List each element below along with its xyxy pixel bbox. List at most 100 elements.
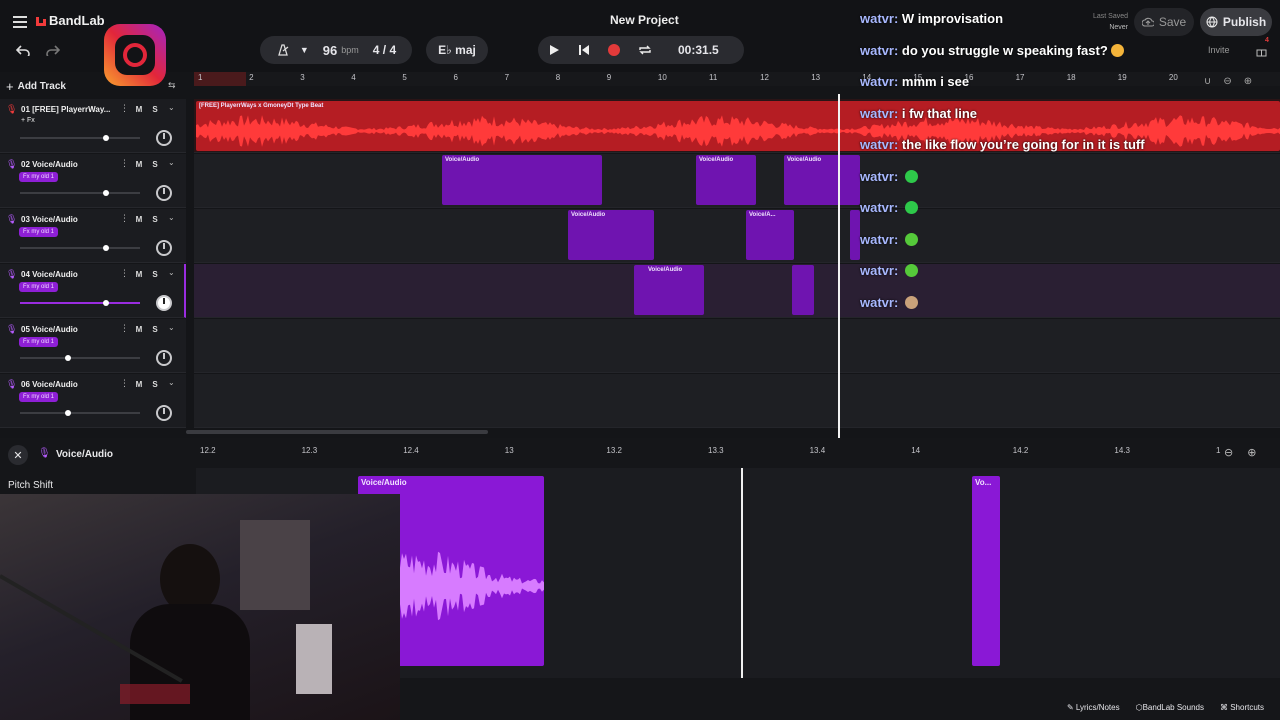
voice-clip[interactable]: [792, 265, 814, 315]
editor-ruler[interactable]: 12.2 12.3 12.4 13 13.2 13.3 13.4 14 14.2 14.3 1: [196, 438, 1220, 468]
voice-clip[interactable]: [850, 210, 860, 260]
track-header-03[interactable]: 🎙 03 Voice/Audio Fx my old 1 ⋮ M S ⌄: [0, 209, 186, 263]
pan-knob[interactable]: [156, 240, 172, 256]
chevron-down-icon[interactable]: ⌄: [168, 213, 175, 222]
volume-knob[interactable]: [103, 135, 109, 141]
bandlab-sounds-button[interactable]: ⬡BandLab Sounds: [1136, 703, 1204, 712]
project-title[interactable]: New Project: [610, 13, 679, 27]
zoom-out-icon[interactable]: ⊖: [1224, 446, 1233, 459]
chevron-down-icon[interactable]: ⌄: [168, 268, 175, 277]
fx-chip[interactable]: Fx my old 1: [19, 227, 59, 237]
pan-knob[interactable]: [156, 130, 172, 146]
solo-button[interactable]: S: [148, 267, 162, 281]
timeline-ruler[interactable]: 1 2 3 4 5 6 7 8 9 10 11 12 13 14 15 16 17 18 19 20: [194, 72, 1280, 86]
mute-button[interactable]: M: [132, 267, 146, 281]
volume-knob[interactable]: [65, 355, 71, 361]
metronome-icon[interactable]: [276, 44, 290, 56]
solo-button[interactable]: S: [148, 102, 162, 116]
close-editor-button[interactable]: ✕: [8, 445, 28, 465]
solo-button[interactable]: S: [148, 377, 162, 391]
invite-button[interactable]: Invite: [1208, 45, 1230, 55]
lane-track-03[interactable]: Voice/Audio Voice/A...: [194, 209, 1280, 263]
volume-slider[interactable]: [20, 135, 140, 141]
bpm-value[interactable]: 96: [323, 43, 337, 58]
key-selector[interactable]: E♭ maj: [426, 36, 488, 64]
mute-button[interactable]: M: [132, 377, 146, 391]
volume-slider[interactable]: [20, 355, 140, 361]
voice-clip[interactable]: Voice/Audio: [634, 265, 704, 315]
zoom-in-icon[interactable]: ⊕: [1247, 446, 1256, 459]
voice-clip[interactable]: Voice/A...: [746, 210, 794, 260]
pan-knob[interactable]: [156, 405, 172, 421]
lane-track-05[interactable]: [194, 319, 1280, 373]
gift-icon[interactable]: 4: [1256, 37, 1269, 62]
more-options-icon[interactable]: ⋮: [120, 268, 129, 279]
pan-knob[interactable]: [156, 295, 172, 311]
editor-voice-clip[interactable]: Vo...: [972, 476, 1000, 666]
fx-chip[interactable]: Fx my old 1: [19, 392, 59, 402]
menu-icon[interactable]: [6, 8, 36, 36]
track-name[interactable]: 03 Voice/Audio: [21, 215, 78, 224]
track-header-04[interactable]: 🎙 04 Voice/Audio Fx my old 1 ⋮ M S ⌄: [0, 264, 186, 318]
volume-slider[interactable]: [20, 190, 140, 196]
play-icon[interactable]: [548, 44, 560, 56]
magnet-icon[interactable]: ∪: [1204, 76, 1211, 87]
volume-slider[interactable]: [20, 300, 140, 306]
volume-knob[interactable]: [103, 300, 109, 306]
bandlab-logo[interactable]: BandLab: [34, 13, 105, 28]
chevron-down-icon[interactable]: ⌄: [168, 378, 175, 387]
track-name[interactable]: 01 [FREE] PlayerrWay...: [21, 105, 110, 114]
time-signature[interactable]: 4 / 4: [373, 43, 396, 57]
track-header-02[interactable]: 🎙 02 Voice/Audio Fx my old 1 ⋮ M S ⌄: [0, 154, 186, 208]
track-list-toggle-icon[interactable]: ⇆: [168, 80, 176, 91]
track-name[interactable]: 05 Voice/Audio: [21, 325, 78, 334]
save-button[interactable]: Save: [1134, 8, 1194, 36]
playhead[interactable]: [838, 94, 840, 438]
voice-clip[interactable]: Voice/Audio: [696, 155, 756, 205]
voice-clip[interactable]: Voice/Audio: [442, 155, 602, 205]
lane-track-04[interactable]: Voice/Audio: [194, 264, 1280, 318]
solo-button[interactable]: S: [148, 157, 162, 171]
voice-clip[interactable]: Voice/Audio: [784, 155, 860, 205]
solo-button[interactable]: S: [148, 322, 162, 336]
track-header-05[interactable]: 🎙 05 Voice/Audio Fx my old 1 ⋮ M S ⌄: [0, 319, 186, 373]
record-icon[interactable]: [608, 44, 620, 56]
horizontal-scrollbar[interactable]: [186, 430, 488, 434]
lane-track-02[interactable]: Voice/Audio Voice/Audio Voice/Audio: [194, 154, 1280, 208]
track-header-01[interactable]: 🎙 01 [FREE] PlayerrWay... + Fx ⋮ M S ⌄: [0, 99, 186, 153]
publish-button[interactable]: Publish: [1200, 8, 1272, 36]
skip-back-icon[interactable]: [578, 44, 590, 56]
mute-button[interactable]: M: [132, 102, 146, 116]
pitch-shift-label[interactable]: Pitch Shift: [8, 480, 53, 491]
mute-button[interactable]: M: [132, 157, 146, 171]
pan-knob[interactable]: [156, 350, 172, 366]
fx-chip[interactable]: Fx my old 1: [19, 337, 59, 347]
lyrics-notes-button[interactable]: ✎ Lyrics/Notes: [1067, 703, 1120, 712]
shortcuts-button[interactable]: ⌘ Shortcuts: [1220, 703, 1264, 712]
mute-button[interactable]: M: [132, 322, 146, 336]
track-name[interactable]: 02 Voice/Audio: [21, 160, 78, 169]
more-options-icon[interactable]: ⋮: [120, 213, 129, 224]
more-options-icon[interactable]: ⋮: [120, 158, 129, 169]
more-options-icon[interactable]: ⋮: [120, 323, 129, 334]
mute-button[interactable]: M: [132, 212, 146, 226]
voice-clip[interactable]: Voice/Audio: [568, 210, 654, 260]
zoom-out-icon[interactable]: ⊖: [1223, 76, 1231, 87]
volume-slider[interactable]: [20, 410, 140, 416]
redo-button[interactable]: [38, 36, 68, 64]
chevron-down-icon[interactable]: ⌄: [168, 158, 175, 167]
more-options-icon[interactable]: ⋮: [120, 103, 129, 114]
chevron-down-icon[interactable]: ⌄: [168, 103, 175, 112]
fx-chip[interactable]: Fx my old 1: [19, 282, 59, 292]
pan-knob[interactable]: [156, 185, 172, 201]
volume-knob[interactable]: [65, 410, 71, 416]
fx-chip[interactable]: Fx my old 1: [19, 172, 59, 182]
volume-knob[interactable]: [103, 245, 109, 251]
lane-track-06[interactable]: [194, 374, 1280, 428]
track-name[interactable]: 04 Voice/Audio: [21, 270, 78, 279]
editor-playhead[interactable]: [741, 468, 743, 678]
add-track-button[interactable]: + Add Track: [6, 76, 178, 96]
chevron-down-icon[interactable]: ▼: [300, 45, 309, 55]
track-name[interactable]: 06 Voice/Audio: [21, 380, 78, 389]
volume-knob[interactable]: [103, 190, 109, 196]
